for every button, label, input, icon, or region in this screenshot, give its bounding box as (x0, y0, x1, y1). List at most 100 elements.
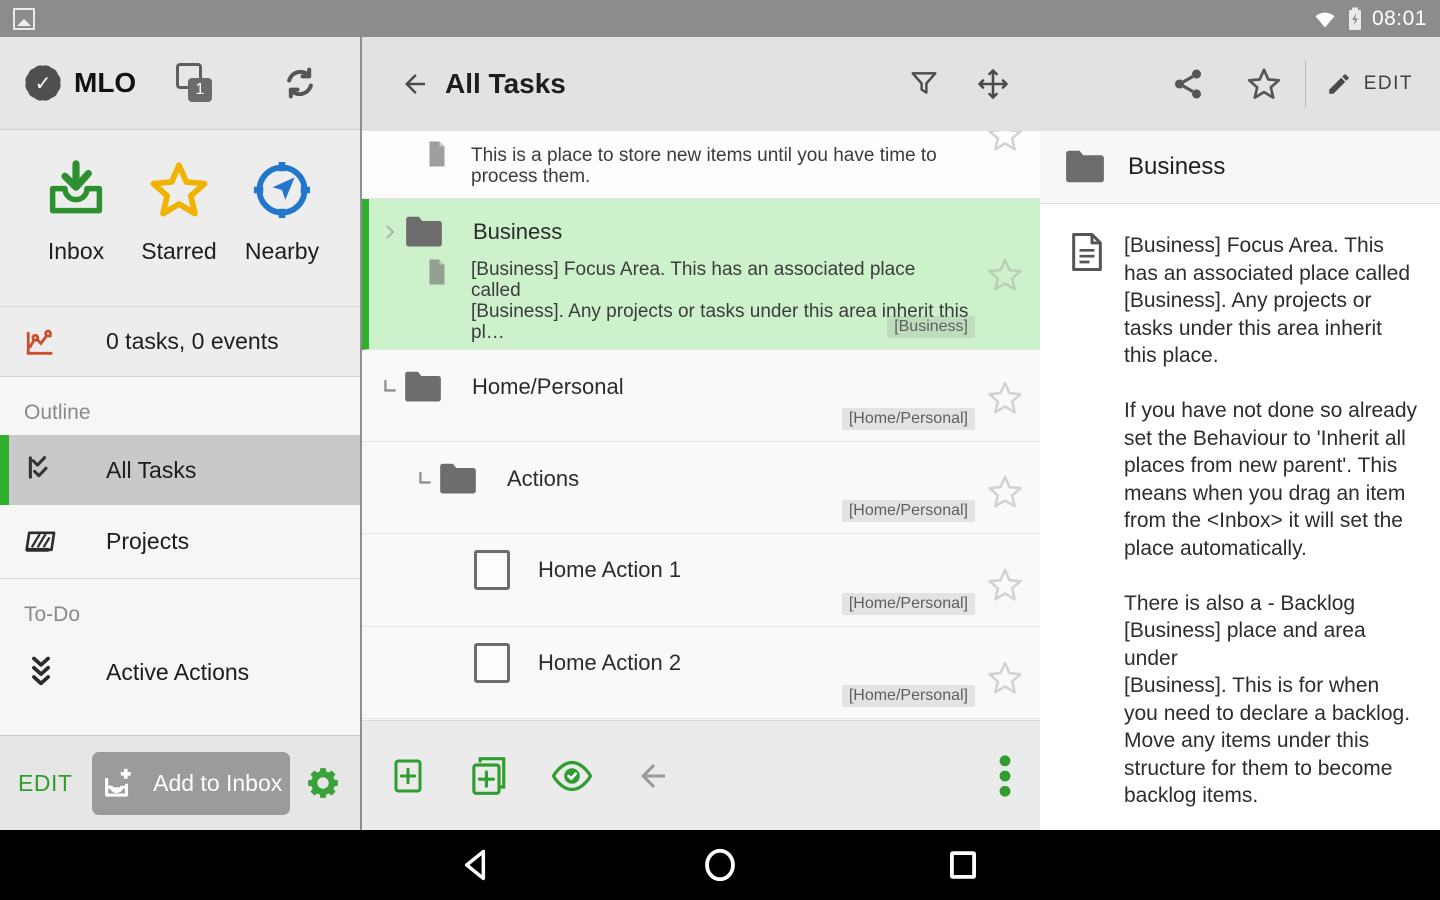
star-toggle-icon[interactable] (985, 658, 1025, 698)
quick-item-label: Nearby (245, 238, 319, 265)
inbox-icon (43, 157, 109, 223)
folder-icon (437, 462, 479, 496)
status-bar: 08:01 (0, 0, 1440, 37)
add-to-inbox-icon (100, 766, 136, 800)
sidebar-item-label: Active Actions (106, 659, 249, 686)
expand-chevron-icon[interactable] (377, 222, 403, 242)
quick-item-label: Starred (141, 238, 216, 265)
filter-icon[interactable] (908, 68, 940, 100)
share-icon[interactable] (1171, 66, 1205, 102)
detail-note: [Business] Focus Area. This has an assoc… (1040, 204, 1440, 810)
task-panel: All Tasks This is a place to store new i… (362, 37, 1040, 830)
back-icon[interactable] (400, 69, 430, 99)
place-tag: [Home/Personal] (842, 593, 975, 615)
task-row-home-action-2[interactable]: Home Action 2 [Home/Personal] (362, 627, 1040, 719)
wifi-icon (1312, 7, 1338, 31)
sync-icon[interactable] (280, 63, 320, 103)
task-title: Home Action 1 (538, 557, 681, 583)
app-brand: ✓ MLO (24, 64, 136, 102)
folder-icon (1063, 149, 1107, 185)
detail-title-bar: Business (1040, 131, 1440, 204)
mlo-badge-icon: ✓ (24, 64, 62, 102)
sidebar-item-all-tasks[interactable]: All Tasks (0, 435, 360, 505)
quick-item-label: Inbox (48, 238, 104, 265)
nav-back-icon[interactable] (458, 846, 496, 884)
place-tag: [Home/Personal] (842, 685, 975, 707)
task-title: Actions (507, 466, 579, 492)
place-tag: [Business] (887, 316, 975, 338)
task-checkbox[interactable] (474, 643, 510, 683)
android-navbar (0, 830, 1440, 900)
task-row-home-action-1[interactable]: Home Action 1 [Home/Personal] (362, 534, 1040, 627)
pencil-icon (1326, 71, 1352, 97)
star-toggle-icon[interactable] (985, 472, 1025, 512)
detail-edit-button[interactable]: EDIT (1326, 71, 1413, 97)
view-eye-icon[interactable] (550, 758, 594, 794)
profiles-count-badge: 1 (188, 78, 212, 102)
detail-edit-label: EDIT (1364, 73, 1413, 95)
section-label-outline: Outline (0, 377, 360, 435)
settings-gear-icon[interactable] (304, 764, 342, 802)
sidebar-item-label: Projects (106, 528, 189, 555)
sidebar-header: ✓ MLO 1 (0, 37, 360, 130)
section-label-todo: To-Do (0, 579, 360, 637)
back-arrow-icon[interactable] (635, 758, 671, 794)
star-toggle-icon[interactable] (985, 255, 1025, 295)
page-title: All Tasks (445, 68, 566, 100)
sidebar-item-projects[interactable]: Projects (0, 505, 360, 578)
task-checkbox[interactable] (474, 550, 510, 590)
task-row-home-personal[interactable]: Home/Personal [Home/Personal] (362, 350, 1040, 442)
move-icon[interactable] (976, 67, 1010, 101)
add-to-inbox-button[interactable]: Add to Inbox (92, 752, 290, 815)
task-row-inbox-note[interactable]: This is a place to store new items until… (362, 131, 1040, 199)
chart-icon (24, 325, 58, 359)
divider (1305, 61, 1306, 107)
stats-row[interactable]: 0 tasks, 0 events (0, 307, 360, 377)
folder-icon (403, 215, 445, 249)
task-title: Home Action 2 (538, 650, 681, 676)
compass-icon (248, 157, 316, 223)
collapse-corner-icon[interactable] (412, 471, 437, 487)
add-to-inbox-label: Add to Inbox (153, 770, 282, 797)
quick-access-row: Inbox Starred Nearby (0, 130, 360, 307)
all-tasks-icon (24, 452, 58, 488)
projects-icon (24, 527, 58, 557)
quick-item-starred[interactable]: Starred (133, 157, 225, 265)
task-toolbar (362, 720, 1040, 830)
detail-panel: EDIT Business [Business] Focus Area. Thi… (1040, 37, 1440, 830)
profiles-icon[interactable]: 1 (174, 63, 214, 103)
sidebar-footer: EDIT Add to Inbox (0, 735, 360, 830)
add-task-icon[interactable] (390, 756, 426, 796)
star-outline-icon[interactable] (1245, 65, 1283, 103)
sidebar-item-label: All Tasks (106, 457, 196, 484)
note-icon (427, 141, 447, 198)
task-panel-header: All Tasks (362, 37, 1040, 131)
app-title: MLO (74, 67, 136, 99)
note-icon (427, 259, 447, 343)
detail-header: EDIT (1040, 37, 1440, 131)
sidebar-item-active-actions[interactable]: Active Actions (0, 637, 360, 707)
star-toggle-icon[interactable] (985, 131, 1025, 155)
star-toggle-icon[interactable] (985, 378, 1025, 418)
add-subtask-icon[interactable] (467, 754, 509, 798)
task-row-business[interactable]: Business [Business] Focus Area. This has… (362, 199, 1040, 350)
task-title: Business (473, 219, 562, 245)
overflow-menu-icon[interactable] (998, 754, 1012, 798)
place-tag: [Home/Personal] (842, 408, 975, 430)
stats-text: 0 tasks, 0 events (106, 328, 279, 355)
nav-recents-icon[interactable] (944, 846, 982, 884)
task-note: This is a place to store new items until… (471, 141, 937, 198)
task-list: This is a place to store new items until… (362, 131, 1040, 720)
nav-home-icon[interactable] (701, 846, 739, 884)
star-toggle-icon[interactable] (985, 565, 1025, 605)
quick-item-inbox[interactable]: Inbox (30, 157, 122, 265)
triple-chevron-icon (24, 655, 58, 689)
quick-item-nearby[interactable]: Nearby (236, 157, 328, 265)
collapse-corner-icon[interactable] (377, 379, 402, 395)
sidebar-edit-button[interactable]: EDIT (18, 770, 72, 797)
battery-charging-icon (1347, 6, 1363, 32)
folder-icon (402, 370, 444, 404)
sidebar: ✓ MLO 1 (0, 37, 362, 830)
task-row-actions[interactable]: Actions [Home/Personal] (362, 442, 1040, 534)
clock: 08:01 (1372, 7, 1427, 31)
